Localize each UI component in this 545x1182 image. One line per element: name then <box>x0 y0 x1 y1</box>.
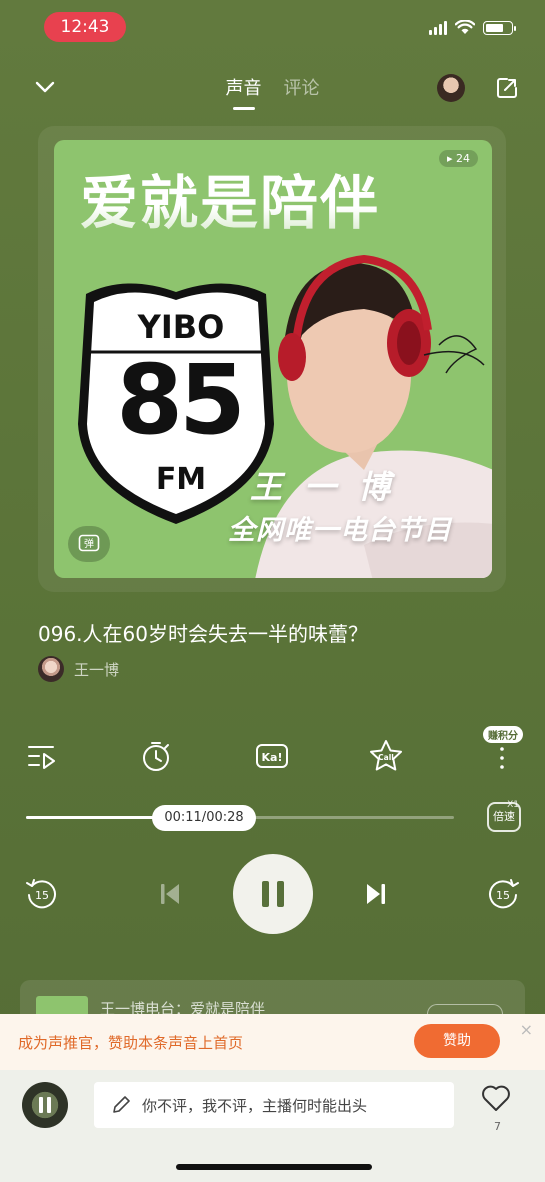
status-icons <box>429 20 516 35</box>
rewind-15-button[interactable]: 15 <box>24 876 60 912</box>
wifi-icon <box>455 20 475 34</box>
close-icon[interactable]: × <box>520 1020 533 1039</box>
pencil-icon <box>113 1096 130 1113</box>
tab-bar: 声音 评论 <box>226 74 320 100</box>
skip-next-icon <box>367 884 385 904</box>
svg-text:Ka!: Ka! <box>262 751 283 764</box>
status-time: 12:43 <box>44 12 126 42</box>
svg-text:15: 15 <box>35 889 49 902</box>
playback-controls: 15 15 <box>0 852 545 936</box>
album-cover[interactable]: 爱就是陪伴 ▸ 24 YIBO 85 FM 王一博 全网唯一电台节目 弹 <box>54 140 492 578</box>
promo-banner: 成为声推官，赞助本条声音上首页 赞助 × <box>0 1014 545 1070</box>
share-icon[interactable] <box>495 76 519 100</box>
player-header: 声音 评论 <box>0 70 545 110</box>
author-row[interactable]: 王一博 <box>38 656 119 682</box>
sponsor-button[interactable]: 赞助 <box>414 1024 500 1058</box>
svg-text:Call: Call <box>378 753 394 762</box>
pause-button[interactable] <box>233 854 313 934</box>
mini-player-button[interactable] <box>22 1082 68 1128</box>
next-button[interactable] <box>360 878 392 910</box>
svg-text:15: 15 <box>496 889 510 902</box>
playlist-button[interactable] <box>24 738 60 774</box>
author-avatar[interactable] <box>38 656 64 682</box>
tab-comments[interactable]: 评论 <box>284 74 320 100</box>
pause-icon <box>262 881 284 907</box>
play-icon: ▸ <box>446 152 453 165</box>
chevron-down-icon[interactable] <box>32 74 58 100</box>
forward-icon: 15 <box>489 879 519 909</box>
svg-text:弹: 弹 <box>84 537 94 550</box>
play-count-badge: ▸ 24 <box>438 150 478 167</box>
battery-icon <box>483 20 516 35</box>
cover-host-name: 王一博 <box>250 468 413 506</box>
danmaku-button[interactable]: 弹 <box>68 526 110 562</box>
promo-text: 成为声推官，赞助本条声音上首页 <box>18 1034 244 1052</box>
danmaku-icon: 弹 <box>78 534 100 552</box>
tab-sound[interactable]: 声音 <box>226 74 262 100</box>
more-icon <box>500 747 504 769</box>
karaoke-button[interactable]: Ka! <box>254 738 290 774</box>
call-icon: Call <box>370 740 402 771</box>
rewind-icon: 15 <box>26 879 56 909</box>
progress-time-thumb[interactable]: 00:11/00:28 <box>152 805 256 831</box>
forward-15-button[interactable]: 15 <box>485 876 521 912</box>
host-avatar[interactable] <box>437 74 465 102</box>
home-indicator <box>176 1164 372 1170</box>
speed-button[interactable]: 倍速 <box>487 802 521 832</box>
timer-icon <box>143 742 169 771</box>
more-button[interactable] <box>484 738 520 774</box>
comment-input[interactable]: 你不评，我不评，主播何时能出头 <box>94 1082 454 1128</box>
tool-row: Ka! Call <box>0 738 545 784</box>
signal-icon <box>429 20 447 35</box>
comment-placeholder: 你不评，我不评，主播何时能出头 <box>142 1096 368 1115</box>
play-count: 24 <box>456 152 470 165</box>
pause-icon <box>39 1097 51 1113</box>
author-name[interactable]: 王一博 <box>74 659 119 680</box>
cover-subtitle: 全网唯一电台节目 <box>228 515 452 546</box>
track-title: 096.人在60岁时会失去一半的味蕾？ <box>38 622 368 646</box>
previous-button[interactable] <box>154 878 186 910</box>
playlist-icon <box>28 746 55 769</box>
skip-previous-icon <box>161 884 179 904</box>
karaoke-icon: Ka! <box>256 744 288 768</box>
heart-icon[interactable] <box>481 1084 511 1112</box>
like-count: 7 <box>494 1120 501 1133</box>
call-button[interactable]: Call <box>368 738 404 774</box>
timer-button[interactable] <box>138 738 174 774</box>
